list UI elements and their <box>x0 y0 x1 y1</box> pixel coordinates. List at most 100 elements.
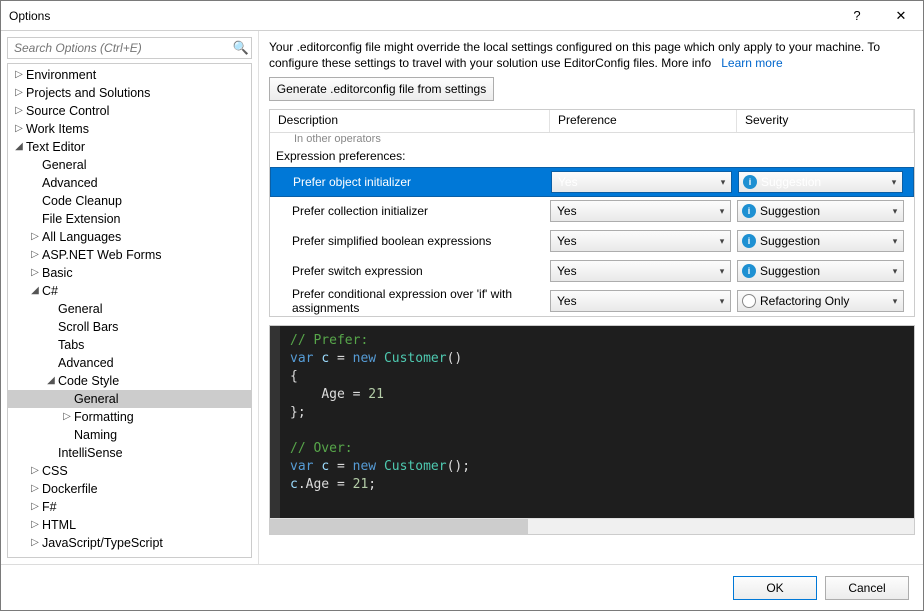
tree-label: Text Editor <box>26 138 85 156</box>
collapse-icon[interactable]: ◢ <box>12 138 26 156</box>
expand-icon[interactable]: ▷ <box>28 264 42 282</box>
collapse-icon[interactable]: ◢ <box>44 372 58 390</box>
severity-combobox[interactable]: iSuggestion▾ <box>738 171 903 193</box>
grid-row[interactable]: Prefer object initializerYes▾ iSuggestion… <box>270 167 914 197</box>
tree-item-css[interactable]: ▷CSS <box>8 462 251 480</box>
severity-combobox[interactable]: iSuggestion▾ <box>737 230 904 252</box>
tree-label: Projects and Solutions <box>26 84 150 102</box>
preference-combobox[interactable]: Yes▾ <box>550 230 731 252</box>
tree-item-cs-tabs[interactable]: Tabs <box>8 336 251 354</box>
code-horizontal-scrollbar[interactable] <box>270 518 914 534</box>
expand-icon[interactable]: ▷ <box>28 516 42 534</box>
expand-icon[interactable]: ▷ <box>28 462 42 480</box>
tree-item-all-languages[interactable]: ▷All Languages <box>8 228 251 246</box>
titlebar: Options ? ✕ <box>1 1 923 31</box>
tree-item-text-editor[interactable]: ◢Text Editor <box>8 138 251 156</box>
tree-item-fsharp[interactable]: ▷F# <box>8 498 251 516</box>
tree-item-cs-advanced[interactable]: Advanced <box>8 354 251 372</box>
grid-body[interactable]: In other operators Expression preference… <box>270 132 914 316</box>
expand-icon[interactable]: ▷ <box>12 120 26 138</box>
expand-icon[interactable]: ▷ <box>28 534 42 552</box>
cancel-button[interactable]: Cancel <box>825 576 909 600</box>
tree-item-te-general[interactable]: General <box>8 156 251 174</box>
row-description: Prefer object initializer <box>271 175 551 189</box>
expand-icon[interactable]: ▷ <box>28 498 42 516</box>
tree-label: General <box>58 300 102 318</box>
tree-label: Formatting <box>74 408 134 426</box>
tree-label: IntelliSense <box>58 444 123 462</box>
tree-item-cs-cs-general[interactable]: General <box>8 390 251 408</box>
ok-button[interactable]: OK <box>733 576 817 600</box>
tree-label: Advanced <box>58 354 114 372</box>
circle-icon <box>742 294 756 308</box>
severity-combobox[interactable]: Refactoring Only▾ <box>737 290 904 312</box>
expand-icon[interactable]: ▷ <box>60 408 74 426</box>
tree-item-cs-code-style[interactable]: ◢Code Style <box>8 372 251 390</box>
severity-combobox[interactable]: iSuggestion▾ <box>737 260 904 282</box>
tree-item-work-items[interactable]: ▷Work Items <box>8 120 251 138</box>
tree-item-csharp[interactable]: ◢C# <box>8 282 251 300</box>
tree-item-cs-general[interactable]: General <box>8 300 251 318</box>
expand-icon[interactable]: ▷ <box>28 228 42 246</box>
tree-item-source-control[interactable]: ▷Source Control <box>8 102 251 120</box>
options-tree[interactable]: ▷Environment ▷Projects and Solutions ▷So… <box>7 63 252 558</box>
tree-item-cs-cs-naming[interactable]: Naming <box>8 426 251 444</box>
grid-row[interactable]: Prefer switch expressionYes▾iSuggestion▾ <box>270 256 914 286</box>
severity-combobox[interactable]: iSuggestion▾ <box>737 200 904 222</box>
expand-icon[interactable]: ▷ <box>12 102 26 120</box>
expand-icon[interactable]: ▷ <box>28 480 42 498</box>
learn-more-link[interactable]: Learn more <box>721 56 782 70</box>
tree-item-js-ts[interactable]: ▷JavaScript/TypeScript <box>8 534 251 552</box>
group-expression-preferences[interactable]: Expression preferences: <box>270 144 914 168</box>
tree-item-projects[interactable]: ▷Projects and Solutions <box>8 84 251 102</box>
combo-value: Suggestion <box>760 234 887 248</box>
column-header-severity[interactable]: Severity <box>737 110 914 132</box>
chevron-down-icon: ▾ <box>887 266 903 277</box>
column-header-preference[interactable]: Preference <box>550 110 737 132</box>
tree-label: Dockerfile <box>42 480 98 498</box>
expand-icon[interactable]: ▷ <box>28 246 42 264</box>
scrollbar-thumb[interactable] <box>270 519 528 534</box>
combo-value: Yes <box>552 175 715 189</box>
tree-label: Work Items <box>26 120 89 138</box>
tree-item-basic[interactable]: ▷Basic <box>8 264 251 282</box>
expand-icon[interactable]: ▷ <box>12 66 26 84</box>
tree-label: Scroll Bars <box>58 318 118 336</box>
tree-item-cs-scroll-bars[interactable]: Scroll Bars <box>8 318 251 336</box>
collapse-icon[interactable]: ◢ <box>28 282 42 300</box>
preference-combobox[interactable]: Yes▾ <box>550 260 731 282</box>
combo-value: Suggestion <box>760 204 887 218</box>
tree-item-aspnet-web-forms[interactable]: ▷ASP.NET Web Forms <box>8 246 251 264</box>
info-icon: i <box>743 175 757 189</box>
row-description: Prefer collection initializer <box>270 204 550 218</box>
tree-item-environment[interactable]: ▷Environment <box>8 66 251 84</box>
combo-value: Yes <box>551 294 714 308</box>
info-icon: i <box>742 204 756 218</box>
tree-item-te-advanced[interactable]: Advanced <box>8 174 251 192</box>
tree-label: F# <box>42 498 57 516</box>
help-button[interactable]: ? <box>835 1 879 30</box>
close-button[interactable]: ✕ <box>879 1 923 30</box>
tree-item-dockerfile[interactable]: ▷Dockerfile <box>8 480 251 498</box>
tree-item-html[interactable]: ▷HTML <box>8 516 251 534</box>
tree-item-cs-cs-formatting[interactable]: ▷Formatting <box>8 408 251 426</box>
grid-row[interactable]: Prefer conditional expression over 'if' … <box>270 286 914 316</box>
tree-item-cs-intellisense[interactable]: IntelliSense <box>8 444 251 462</box>
preference-combobox[interactable]: Yes▾ <box>550 200 731 222</box>
code-preview-text: // Prefer: var c = new Customer() { Age … <box>280 326 914 518</box>
tree-item-te-file-extension[interactable]: File Extension <box>8 210 251 228</box>
preference-combobox[interactable]: Yes▾ <box>550 290 731 312</box>
chevron-down-icon: ▾ <box>714 206 730 217</box>
left-pane: 🔍 ▷Environment ▷Projects and Solutions ▷… <box>1 31 259 564</box>
tree-label: Code Style <box>58 372 119 390</box>
column-header-description[interactable]: Description <box>270 110 550 132</box>
preference-combobox[interactable]: Yes▾ <box>551 171 732 193</box>
grid-row[interactable]: Prefer simplified boolean expressionsYes… <box>270 226 914 256</box>
tree-item-te-code-cleanup[interactable]: Code Cleanup <box>8 192 251 210</box>
expand-icon[interactable]: ▷ <box>12 84 26 102</box>
search-input-wrapper[interactable]: 🔍 <box>7 37 252 59</box>
generate-editorconfig-button[interactable]: Generate .editorconfig file from setting… <box>269 77 494 101</box>
search-input[interactable] <box>8 38 231 58</box>
clipped-previous-row: In other operators <box>270 132 914 144</box>
grid-row[interactable]: Prefer collection initializerYes▾ i Sugges… <box>270 196 914 226</box>
